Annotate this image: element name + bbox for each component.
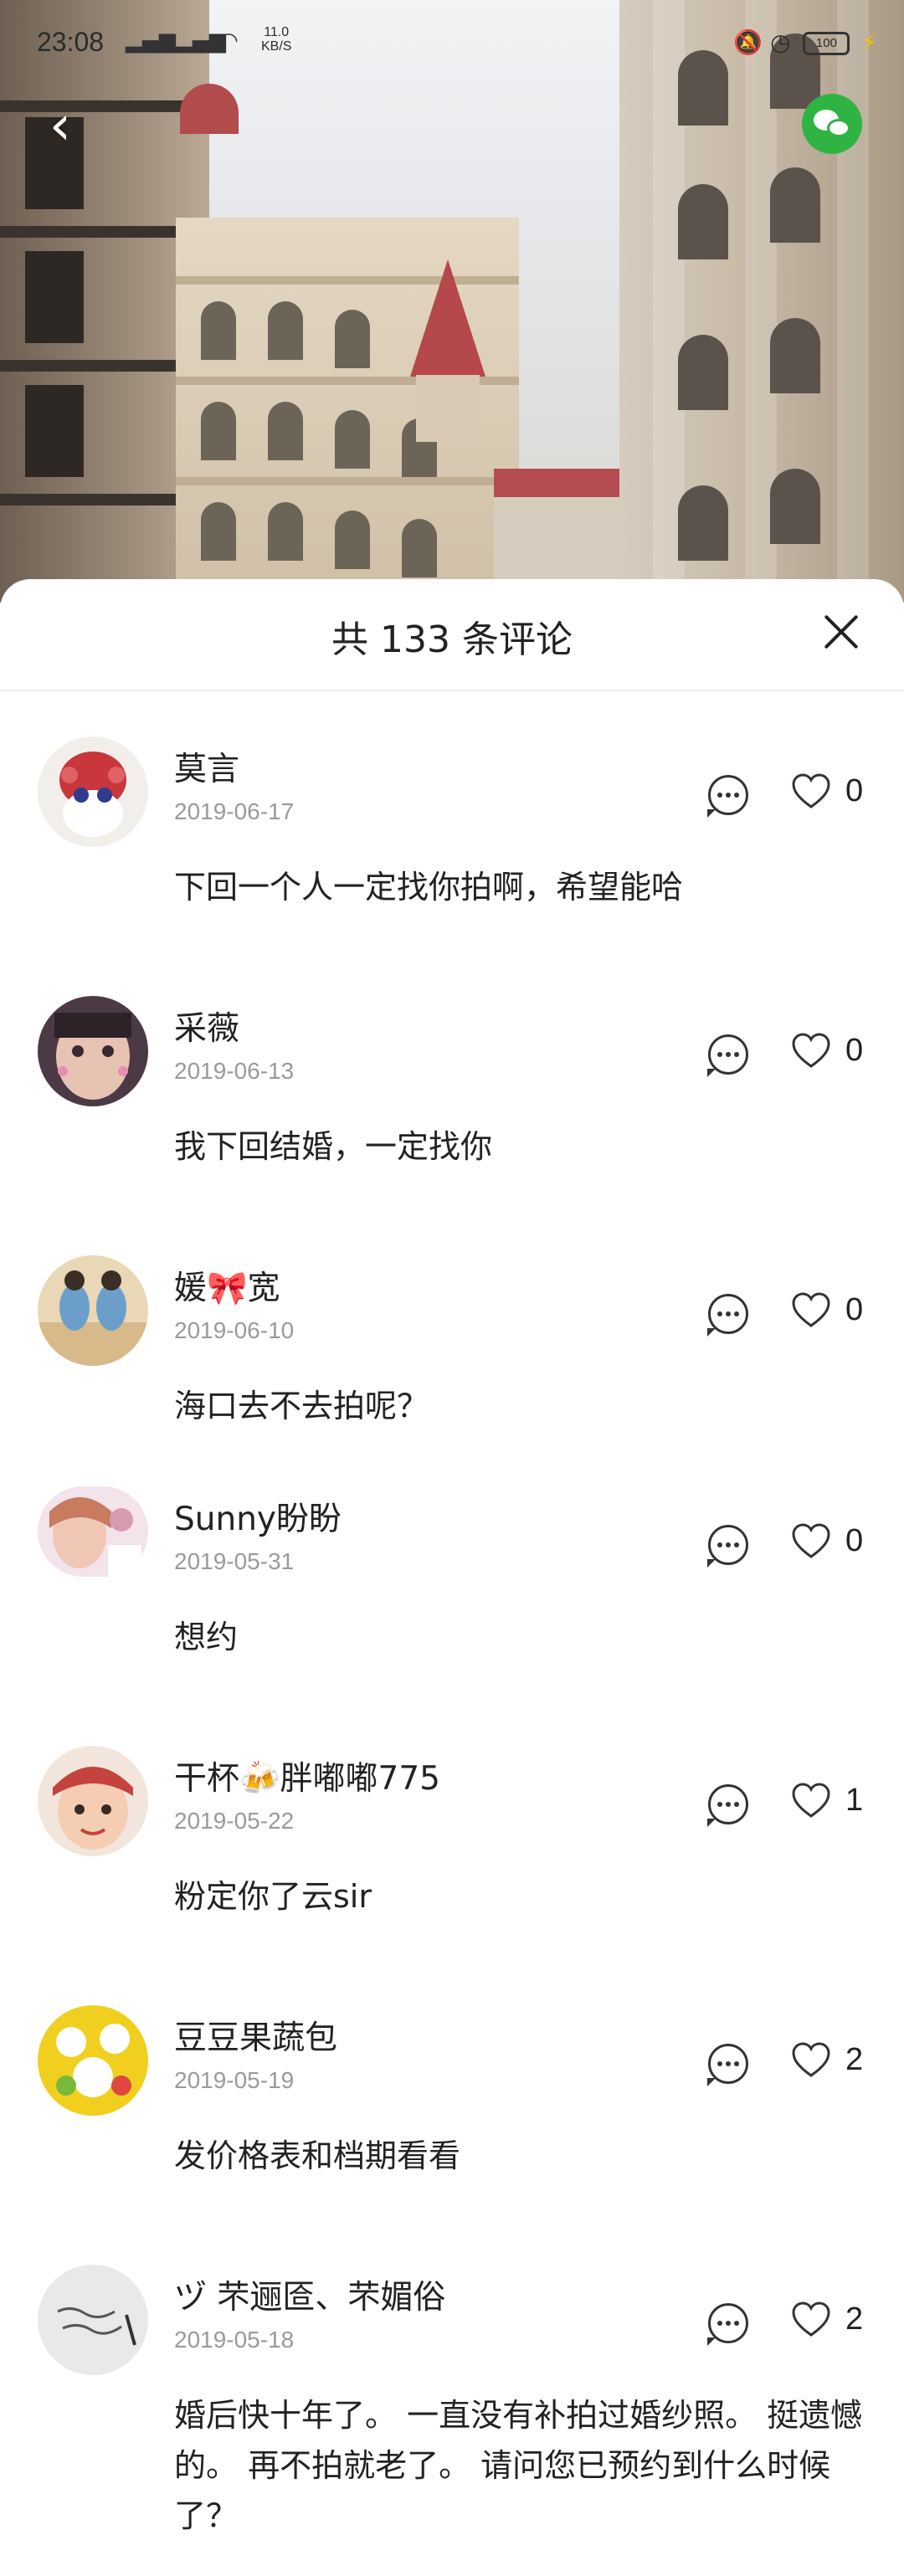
heart-icon[interactable]: [792, 1033, 830, 1070]
comment-date: 2019-06-17: [174, 798, 295, 824]
network-speed: 11.0 KB/S: [261, 25, 291, 54]
comment-count-title: 共 133 条评论: [331, 618, 573, 661]
comment-author[interactable]: 豆豆果蔬包: [174, 2012, 337, 2059]
comment-author[interactable]: Sunny盼盼: [174, 1493, 342, 1540]
heart-icon[interactable]: [792, 2042, 830, 2079]
comment-author[interactable]: 媛🎀宽: [174, 1262, 280, 1309]
like-count: 0: [845, 773, 864, 808]
mute-icon: 🔕: [733, 28, 763, 56]
comment-date: 2019-05-18: [174, 2327, 295, 2353]
comment-text: 我下回结婚，一定找你: [174, 1128, 493, 1165]
background-photo: [0, 0, 904, 603]
network-speed-unit: KB/S: [261, 39, 292, 54]
heart-icon[interactable]: [792, 1783, 830, 1819]
signal-icon-2: ▂▄▆: [176, 28, 226, 54]
red-tower-roof: [410, 259, 485, 377]
right-building: [619, 0, 904, 603]
comment-author[interactable]: 干杯🍻胖嘟嘟775: [174, 1752, 440, 1799]
back-button[interactable]: ‹: [35, 92, 85, 159]
avatar[interactable]: [38, 996, 148, 1106]
charging-icon: ⚡: [860, 28, 877, 56]
heart-icon[interactable]: [792, 1523, 830, 1560]
reply-icon[interactable]: [707, 1784, 748, 1827]
status-bar: 23:08 ▂▄▆ ▂▄▆ ◠ 11.0 KB/S 🔕 ◷ 100 ⚡: [0, 0, 904, 84]
signal-icon: ▂▄▆: [126, 28, 176, 54]
like-count: 0: [845, 1523, 864, 1558]
comment-date: 2019-06-13: [174, 1058, 295, 1084]
reply-icon[interactable]: [707, 775, 748, 818]
comment-text: 发价格表和档期看看: [174, 2137, 461, 2174]
avatar[interactable]: [38, 1255, 148, 1366]
like-count: 2: [845, 2301, 864, 2337]
avatar[interactable]: [38, 736, 148, 847]
comment-date: 2019-05-31: [174, 1548, 295, 1574]
close-icon[interactable]: [817, 608, 865, 656]
comment-date: 2019-05-22: [174, 1808, 295, 1834]
comment-text: 婚后快十年了。 一直没有补拍过婚纱照。 挺遗憾的。 再不拍就老了。 请问您已预约…: [174, 2397, 863, 2534]
wechat-share-button[interactable]: [802, 94, 862, 154]
comment-text: 海口去不去拍呢？: [174, 1388, 429, 1424]
heart-icon[interactable]: [792, 1292, 830, 1329]
left-roof-turret: [180, 84, 239, 134]
like-count: 2: [845, 2042, 864, 2077]
alarm-icon: ◷: [770, 28, 791, 56]
like-count: 1: [845, 1783, 864, 1818]
wifi-icon: ◠: [219, 28, 239, 54]
reply-icon[interactable]: [707, 1294, 748, 1337]
comment-text: 粉定你了云sir: [174, 1878, 372, 1915]
sheet-header: 共 133 条评论: [0, 579, 904, 691]
avatar[interactable]: [38, 2005, 148, 2116]
reply-icon[interactable]: [707, 2044, 748, 2086]
comment-text: 下回一个人一定找你拍啊，希望能哈: [174, 869, 684, 906]
comment-text: 想约: [174, 1619, 239, 1655]
comments-sheet: 共 133 条评论 莫言 2019-06-17 0 下回一个人一定找你拍啊，希望…: [0, 579, 904, 2576]
reply-icon[interactable]: [707, 2303, 748, 2346]
status-time: 23:08: [37, 27, 105, 57]
comment-date: 2019-05-19: [174, 2067, 295, 2093]
comment-date: 2019-06-10: [174, 1317, 295, 1343]
heart-icon[interactable]: [792, 773, 830, 810]
comment-author[interactable]: 采薇: [174, 1003, 239, 1049]
heart-icon[interactable]: [792, 2301, 830, 2338]
status-right-icons: 🔕 ◷ 100 ⚡: [733, 28, 877, 56]
like-count: 0: [845, 1033, 864, 1068]
like-count: 0: [845, 1292, 864, 1327]
battery-icon: 100: [803, 32, 850, 55]
avatar[interactable]: [38, 1486, 148, 1577]
chevron-left-icon: ‹: [49, 93, 72, 157]
reply-icon[interactable]: [707, 1034, 748, 1077]
comment-author[interactable]: ヅ 芣逦匼、芣媚俗: [174, 2271, 445, 2318]
comment-author[interactable]: 莫言: [174, 743, 239, 790]
reply-icon[interactable]: [707, 1525, 748, 1568]
avatar[interactable]: [38, 2265, 148, 2375]
tower-body: [416, 375, 480, 442]
avatar[interactable]: [38, 1746, 148, 1856]
network-speed-value: 11.0: [264, 25, 290, 39]
